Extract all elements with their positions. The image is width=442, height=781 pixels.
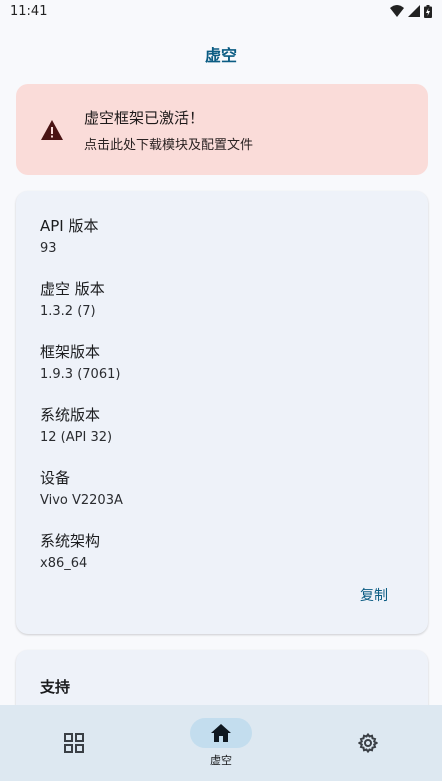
info-label: 虚空 版本 bbox=[40, 280, 105, 298]
info-item-api-version: API 版本 93 bbox=[40, 215, 404, 278]
wifi-icon bbox=[390, 5, 404, 17]
info-value: 1.9.3 (7061) bbox=[40, 367, 121, 382]
status-time: 11:41 bbox=[10, 3, 48, 19]
nav-item-home[interactable]: 虚空 bbox=[147, 705, 294, 781]
status-icons bbox=[390, 4, 432, 18]
page-title: 虚空 bbox=[204, 46, 237, 65]
info-label: 设备 bbox=[40, 469, 71, 487]
info-value: Vivo V2203A bbox=[40, 493, 123, 508]
battery-icon bbox=[424, 4, 432, 18]
copy-button[interactable]: 复制 bbox=[360, 585, 388, 605]
nav-label-home: 虚空 bbox=[209, 754, 232, 767]
info-label: 系统架构 bbox=[40, 532, 101, 550]
support-title: 支持 bbox=[40, 678, 71, 696]
framework-activated-banner[interactable]: 虚空框架已激活！ 点击此处下载模块及配置文件 bbox=[16, 84, 428, 175]
nav-item-modules[interactable] bbox=[0, 705, 147, 781]
info-value: x86_64 bbox=[40, 556, 88, 571]
grid-icon bbox=[63, 733, 84, 753]
banner-text: 虚空框架已激活！ 点击此处下载模块及配置文件 bbox=[84, 107, 253, 153]
info-label: 系统版本 bbox=[40, 406, 101, 424]
home-icon bbox=[210, 724, 231, 742]
banner-subtitle: 点击此处下载模块及配置文件 bbox=[84, 137, 254, 153]
gear-icon bbox=[358, 733, 379, 753]
nav-item-settings[interactable] bbox=[295, 705, 442, 781]
info-value: 93 bbox=[40, 241, 57, 256]
info-value: 1.3.2 (7) bbox=[40, 304, 96, 319]
info-item-architecture: 系统架构 x86_64 bbox=[40, 530, 404, 593]
status-bar: 11:41 bbox=[0, 0, 442, 22]
warning-icon bbox=[41, 119, 63, 140]
info-label: API 版本 bbox=[40, 217, 99, 235]
info-label: 框架版本 bbox=[40, 343, 101, 361]
info-item-device: 设备 Vivo V2203A bbox=[40, 467, 404, 530]
nav-pill bbox=[189, 718, 252, 748]
version-info-card: API 版本 93 虚空 版本 1.3.2 (7) 框架版本 1.9.3 (70… bbox=[16, 191, 428, 634]
bottom-navigation: 虚空 bbox=[0, 705, 442, 781]
info-item-system-version: 系统版本 12 (API 32) bbox=[40, 404, 404, 467]
info-value: 12 (API 32) bbox=[40, 430, 113, 445]
info-item-framework-version: 框架版本 1.9.3 (7061) bbox=[40, 341, 404, 404]
nav-pill bbox=[43, 728, 105, 758]
banner-title: 虚空框架已激活！ bbox=[84, 108, 205, 127]
info-item-app-version: 虚空 版本 1.3.2 (7) bbox=[40, 278, 404, 341]
signal-icon bbox=[408, 5, 420, 17]
nav-pill bbox=[337, 728, 399, 758]
